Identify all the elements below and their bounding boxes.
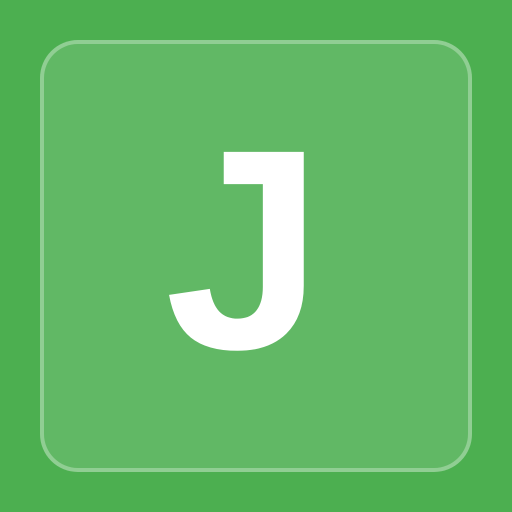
initial-letter: J [164, 90, 324, 409]
app-icon-tile: J [40, 40, 472, 472]
